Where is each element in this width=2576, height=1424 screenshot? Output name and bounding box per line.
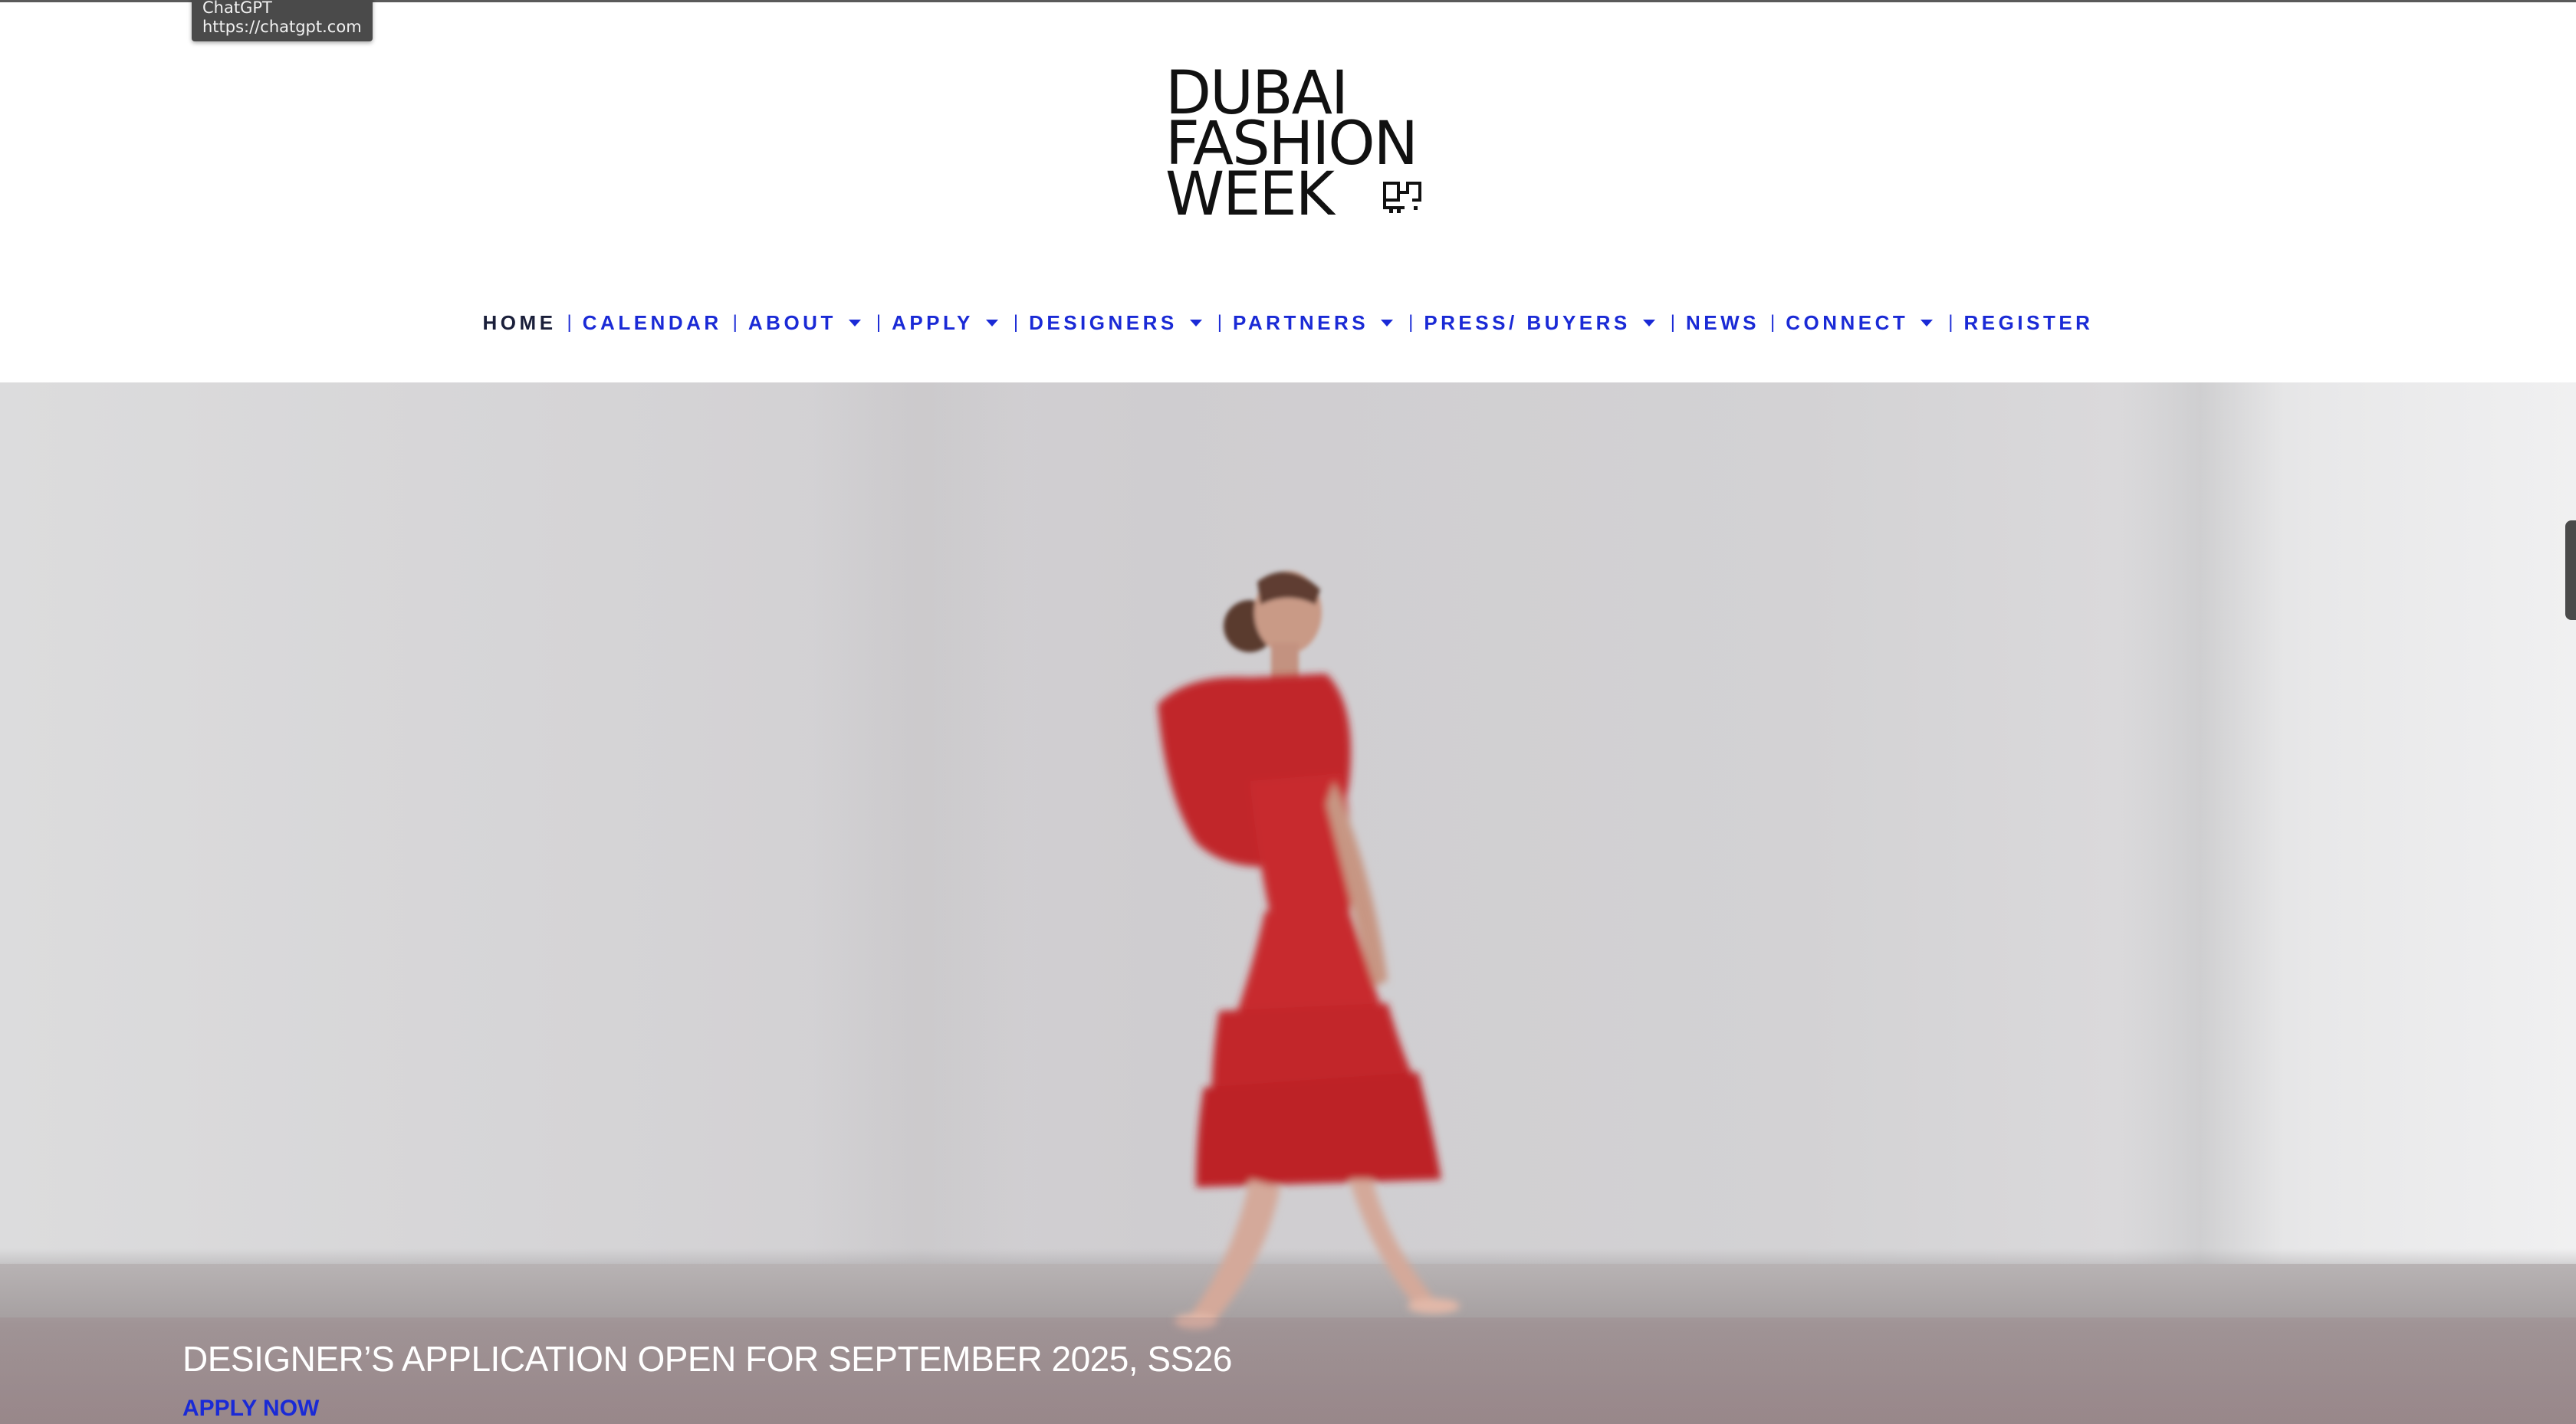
- nav-item-connect[interactable]: CONNECT: [1786, 311, 1937, 335]
- chevron-down-icon: [1642, 319, 1655, 326]
- dubai-fashion-week-logo[interactable]: DUBAI FASHION WEEK: [1165, 64, 1426, 225]
- nav-label-designers: DESIGNERS: [1029, 310, 1178, 334]
- hero-headline: DESIGNER’S APPLICATION OPEN FOR SEPTEMBE…: [182, 1339, 1232, 1379]
- nav-separator: |: [1670, 312, 1675, 333]
- main-navigation: HOME | CALENDAR | ABOUT | APPLY | DESIGN…: [0, 306, 2576, 340]
- logo-line-3: WEEK: [1165, 160, 1335, 229]
- nav-separator: |: [1408, 312, 1414, 333]
- nav-label-calendar: CALENDAR: [582, 310, 722, 334]
- browser-page: ChatGPT https://chatgpt.com DUBAI FASHIO…: [0, 0, 2576, 1424]
- tooltip-url: https://chatgpt.com: [202, 18, 362, 36]
- link-tooltip: ChatGPT https://chatgpt.com: [192, 0, 373, 41]
- wall-shadow: [813, 382, 1027, 1333]
- nav-item-press-buyers[interactable]: PRESS/ BUYERS: [1424, 311, 1659, 335]
- wall-shadow: [2116, 382, 2285, 1333]
- nav-label-apply: APPLY: [892, 310, 974, 334]
- nav-separator: |: [567, 312, 572, 333]
- chevron-down-icon: [1381, 319, 1394, 326]
- tooltip-title: ChatGPT: [202, 0, 272, 17]
- nav-separator: |: [1770, 312, 1776, 333]
- chevron-down-icon: [848, 319, 861, 326]
- site-header: DUBAI FASHION WEEK HOME | CALENDAR | ABO…: [0, 2, 2576, 382]
- nav-item-designers[interactable]: DESIGNERS: [1029, 311, 1207, 335]
- arabic-logo-mark-icon: [1383, 182, 1421, 213]
- nav-label-news: NEWS: [1686, 310, 1760, 334]
- hero-banner: DESIGNER’S APPLICATION OPEN FOR SEPTEMBE…: [0, 382, 2576, 1424]
- nav-item-calendar[interactable]: CALENDAR: [583, 311, 722, 335]
- nav-label-connect: CONNECT: [1786, 310, 1909, 334]
- nav-separator: |: [876, 312, 882, 333]
- nav-item-register[interactable]: REGISTER: [1964, 311, 2094, 335]
- nav-item-partners[interactable]: PARTNERS: [1233, 311, 1398, 335]
- side-tab-handle[interactable]: [2565, 520, 2576, 620]
- nav-item-apply[interactable]: APPLY: [892, 311, 1003, 335]
- nav-separator: |: [1217, 312, 1222, 333]
- nav-label-press-buyers: PRESS/ BUYERS: [1424, 310, 1631, 334]
- nav-item-home[interactable]: HOME: [483, 311, 557, 335]
- apply-now-link[interactable]: APPLY NOW: [182, 1396, 319, 1422]
- runway-model-image: [1158, 571, 1460, 1329]
- nav-separator: |: [1013, 312, 1019, 333]
- nav-label-partners: PARTNERS: [1232, 310, 1369, 334]
- chevron-down-icon: [985, 319, 998, 326]
- chevron-down-icon: [1921, 319, 1934, 326]
- nav-separator: |: [732, 312, 738, 333]
- nav-label-home: HOME: [482, 310, 557, 334]
- chevron-down-icon: [1189, 319, 1202, 326]
- nav-item-news[interactable]: NEWS: [1686, 311, 1760, 335]
- nav-item-about[interactable]: ABOUT: [748, 311, 866, 335]
- nav-label-about: ABOUT: [748, 310, 836, 334]
- nav-label-register: REGISTER: [1963, 310, 2094, 334]
- nav-separator: |: [1948, 312, 1953, 333]
